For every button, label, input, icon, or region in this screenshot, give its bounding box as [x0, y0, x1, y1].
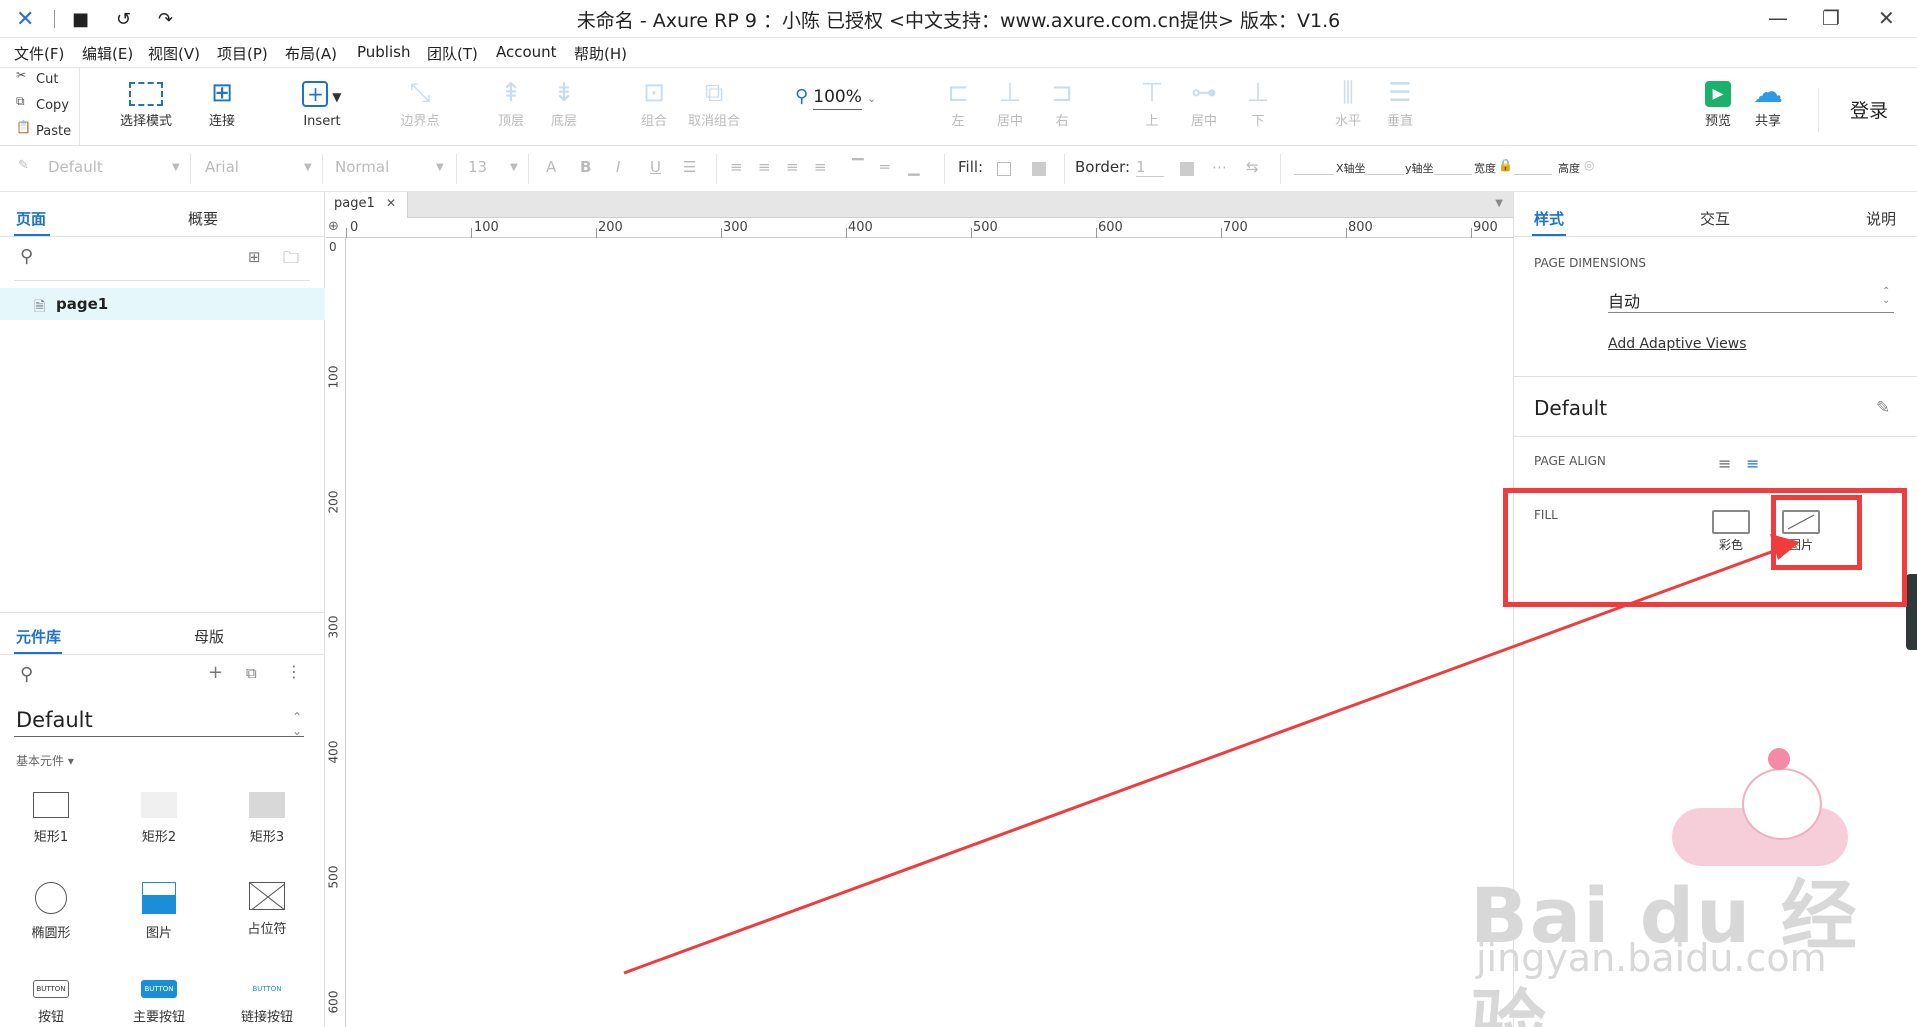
mascot-watermark-icon	[1672, 748, 1858, 868]
watermark-url: jingyan.baidu.com	[1476, 936, 1827, 980]
